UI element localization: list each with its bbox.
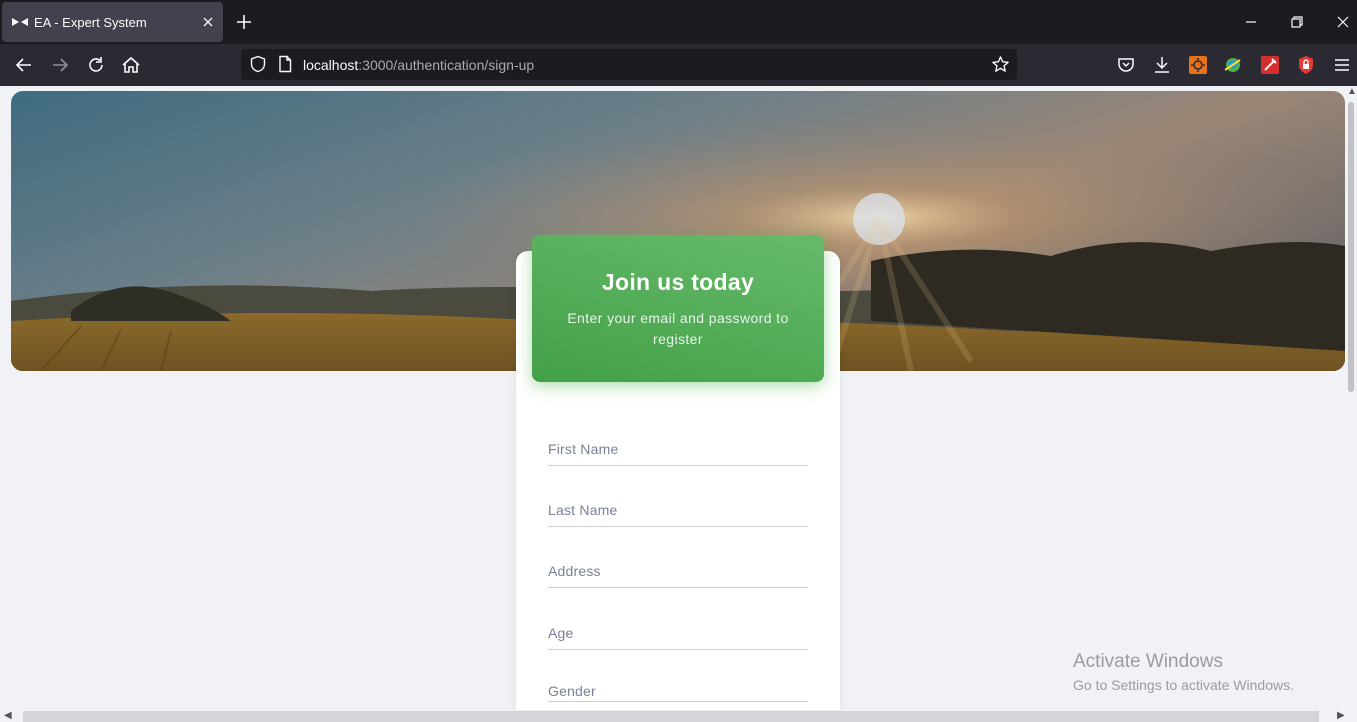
url-text[interactable]: localhost:3000/authentication/sign-up: [303, 57, 534, 73]
shield-icon[interactable]: [249, 55, 267, 73]
gender-field: [548, 679, 808, 702]
windows-activation-watermark: Activate Windows Go to Settings to activ…: [1073, 651, 1294, 695]
star-icon[interactable]: [991, 55, 1010, 74]
restore-icon[interactable]: [1287, 12, 1307, 32]
extension-pen-icon[interactable]: [1259, 54, 1281, 76]
extension-lock-icon[interactable]: [1295, 54, 1317, 76]
gender-input[interactable]: [548, 679, 808, 702]
first-name-field: [548, 434, 808, 466]
address-input[interactable]: [548, 556, 808, 586]
first-name-input[interactable]: [548, 434, 808, 464]
watermark-title: Activate Windows: [1073, 651, 1223, 672]
card-title: Join us today: [601, 269, 755, 295]
forward-arrow-icon[interactable]: [49, 54, 71, 76]
extension-globe-icon[interactable]: [1222, 54, 1244, 76]
download-icon[interactable]: [1151, 54, 1173, 76]
tab-favicon-icon: [12, 18, 28, 26]
window-close-icon[interactable]: [1333, 12, 1353, 32]
scroll-up-arrow-icon[interactable]: ▲: [1347, 86, 1357, 97]
page-icon: [279, 55, 292, 73]
age-field: [548, 618, 808, 650]
watermark-subtitle: Go to Settings to activate Windows.: [1073, 677, 1294, 693]
vertical-scrollbar[interactable]: ▲: [1345, 86, 1357, 710]
navigation-toolbar: localhost:3000/authentication/sign-up: [0, 44, 1357, 86]
address-field: [548, 556, 808, 588]
last-name-field: [548, 495, 808, 527]
scroll-left-arrow-icon[interactable]: ◀: [4, 710, 12, 721]
vertical-scroll-thumb[interactable]: [1348, 102, 1354, 392]
scroll-right-arrow-icon[interactable]: ▶: [1337, 710, 1345, 721]
card-subtitle: Enter your email and password to registe…: [567, 310, 789, 347]
card-header: Join us today Enter your email and passw…: [532, 235, 824, 382]
plus-icon[interactable]: [234, 12, 254, 32]
url-host: localhost: [303, 57, 359, 73]
close-icon[interactable]: [200, 14, 216, 30]
home-icon[interactable]: [120, 54, 142, 76]
tab-bar: EA - Expert System: [0, 0, 1357, 44]
extension-sun-icon[interactable]: [1187, 54, 1209, 76]
tab-title: EA - Expert System: [34, 15, 147, 30]
url-bar[interactable]: localhost:3000/authentication/sign-up: [241, 49, 1017, 80]
url-path: :3000/authentication/sign-up: [358, 57, 535, 73]
pocket-icon[interactable]: [1115, 54, 1137, 76]
minimize-icon[interactable]: [1241, 12, 1261, 32]
horizontal-scrollbar[interactable]: ◀ ▶: [0, 710, 1357, 722]
browser-tab[interactable]: EA - Expert System: [2, 2, 223, 42]
reload-icon[interactable]: [85, 54, 107, 76]
last-name-input[interactable]: [548, 495, 808, 525]
horizontal-scroll-thumb[interactable]: [23, 711, 1319, 722]
back-arrow-icon[interactable]: [13, 54, 35, 76]
menu-icon[interactable]: [1331, 54, 1353, 76]
age-input[interactable]: [548, 618, 808, 648]
